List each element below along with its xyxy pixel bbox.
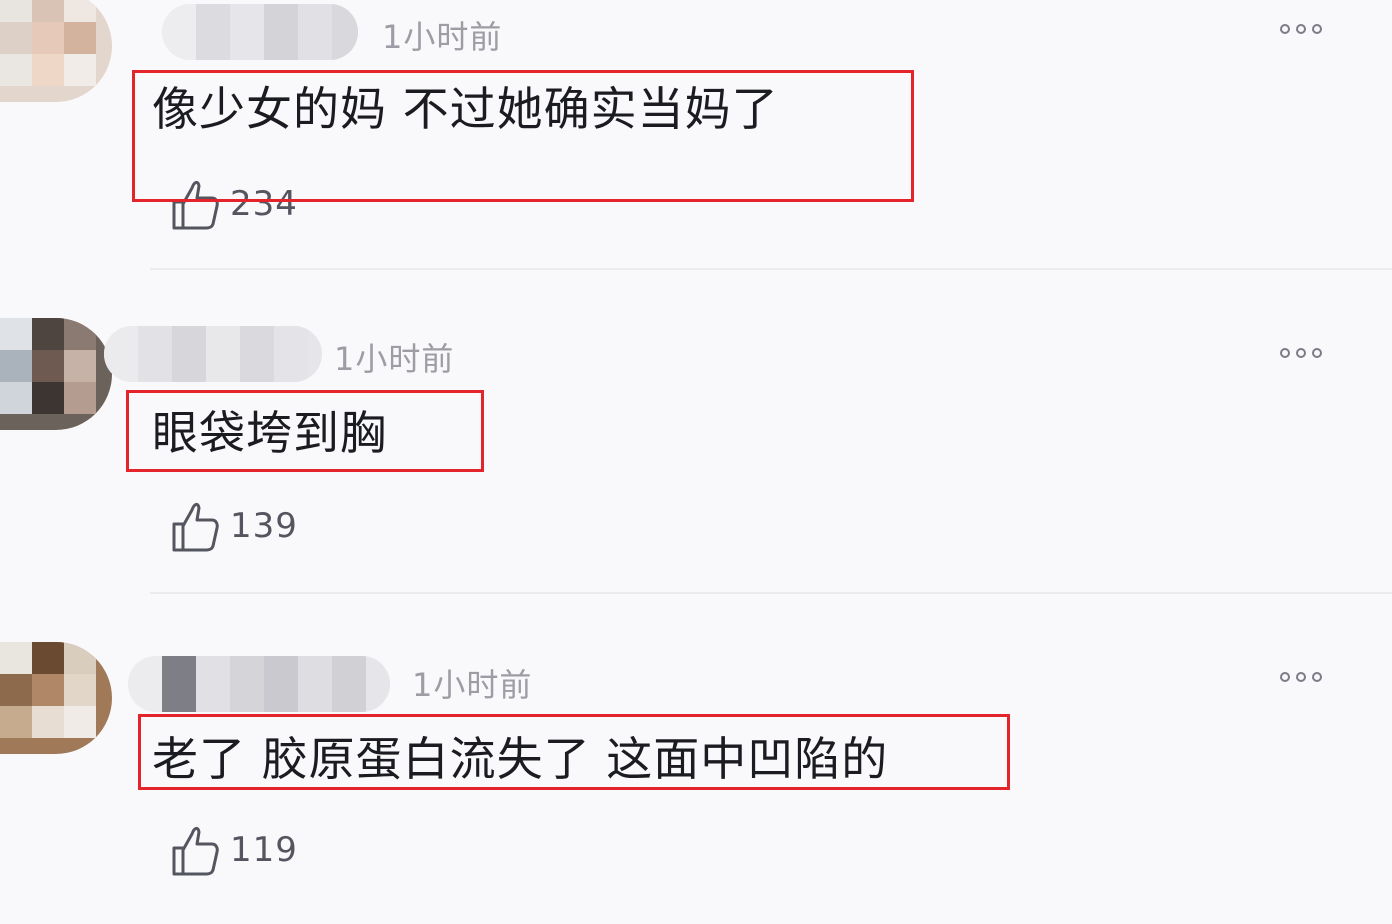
like-count: 234	[230, 184, 298, 224]
comment-time: 1小时前	[382, 18, 503, 56]
like-count: 139	[230, 506, 298, 546]
thumbs-up-icon	[172, 826, 219, 876]
like-button[interactable]: 234	[170, 176, 298, 232]
comment-text: 像少女的妈 不过她确实当妈了	[152, 82, 779, 136]
like-button[interactable]: 119	[170, 822, 298, 878]
like-count: 119	[230, 830, 298, 870]
username-blurred[interactable]	[162, 4, 358, 60]
comment-time: 1小时前	[412, 666, 533, 704]
thumbs-up-icon	[172, 502, 219, 552]
thumbs-up-icon	[172, 180, 219, 230]
more-options-icon[interactable]	[1280, 348, 1322, 358]
divider	[150, 268, 1392, 270]
comment-list: 1小时前 像少女的妈 不过她确实当妈了 234 1小时前 眼袋垮到胸 139 1…	[0, 0, 1392, 924]
like-button[interactable]: 139	[170, 498, 298, 554]
avatar[interactable]	[0, 318, 112, 430]
more-options-icon[interactable]	[1280, 24, 1322, 34]
username-blurred[interactable]	[104, 326, 322, 382]
avatar[interactable]	[0, 0, 112, 102]
comment-text: 老了 胶原蛋白流失了 这面中凹陷的	[152, 732, 889, 786]
more-options-icon[interactable]	[1280, 672, 1322, 682]
comment-time: 1小时前	[334, 340, 455, 378]
comment-text: 眼袋垮到胸	[152, 406, 387, 460]
username-blurred[interactable]	[128, 656, 390, 712]
avatar[interactable]	[0, 642, 112, 754]
divider	[150, 592, 1392, 594]
